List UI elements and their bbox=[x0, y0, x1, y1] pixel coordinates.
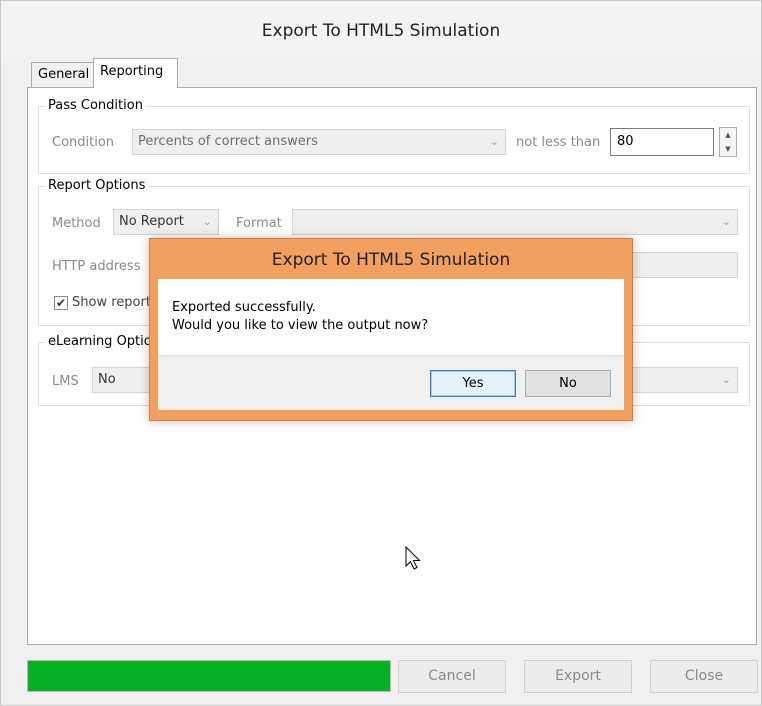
chevron-down-icon: ⌄ bbox=[489, 135, 499, 148]
progress-fill bbox=[28, 661, 390, 691]
threshold-input[interactable]: 80 bbox=[610, 128, 714, 156]
export-window: Export To HTML5 Simulation General Repor… bbox=[0, 0, 762, 706]
mouse-cursor-icon bbox=[405, 546, 421, 570]
http-address-label: HTTP address bbox=[52, 259, 141, 274]
method-dropdown[interactable]: No Report ⌄ bbox=[113, 209, 219, 235]
dialog-body: Exported successfully. Would you like to… bbox=[158, 279, 624, 410]
show-report-label: Show report bbox=[72, 295, 151, 310]
format-dropdown[interactable]: ⌄ bbox=[292, 209, 738, 235]
yes-button[interactable]: Yes bbox=[430, 370, 516, 397]
window-title: Export To HTML5 Simulation bbox=[1, 1, 761, 57]
tab-general[interactable]: General bbox=[31, 62, 94, 87]
method-value: No Report bbox=[119, 214, 184, 229]
http-address-input[interactable] bbox=[628, 252, 738, 278]
dialog-button-bar: Yes No bbox=[158, 355, 624, 410]
condition-dropdown[interactable]: Percents of correct answers ⌄ bbox=[132, 129, 506, 155]
tab-reporting[interactable]: Reporting bbox=[93, 58, 178, 88]
export-button[interactable]: Export bbox=[524, 660, 632, 693]
chevron-down-icon: ⌄ bbox=[202, 215, 212, 228]
method-label: Method bbox=[52, 216, 101, 231]
dialog-message: Exported successfully. Would you like to… bbox=[172, 299, 428, 335]
close-button[interactable]: Close bbox=[650, 660, 758, 693]
dialog-title: Export To HTML5 Simulation bbox=[271, 250, 511, 270]
chevron-down-icon: ⌄ bbox=[721, 373, 731, 386]
no-button[interactable]: No bbox=[525, 370, 611, 397]
format-label: Format bbox=[236, 216, 282, 231]
dialog-message-line2: Would you like to view the output now? bbox=[172, 318, 429, 333]
threshold-label: not less than bbox=[516, 135, 601, 150]
report-options-label: Report Options bbox=[45, 178, 149, 194]
condition-value: Percents of correct answers bbox=[138, 134, 318, 149]
lms-label: LMS bbox=[52, 374, 79, 389]
export-progress-bar bbox=[27, 660, 391, 692]
pass-condition-label: Pass Condition bbox=[45, 98, 146, 114]
spin-down-icon[interactable]: ▼ bbox=[720, 142, 736, 156]
lms-value: No bbox=[98, 372, 116, 387]
condition-label: Condition bbox=[52, 135, 115, 150]
dialog-message-line1: Exported successfully. bbox=[172, 300, 316, 315]
export-success-dialog: Export To HTML5 Simulation Exported succ… bbox=[149, 238, 633, 421]
spin-up-icon[interactable]: ▲ bbox=[720, 128, 736, 142]
show-report-checkbox[interactable]: ✔ bbox=[54, 296, 68, 310]
chevron-down-icon: ⌄ bbox=[721, 215, 731, 228]
threshold-stepper[interactable]: ▲ ▼ bbox=[719, 127, 737, 157]
cancel-button[interactable]: Cancel bbox=[398, 660, 506, 693]
